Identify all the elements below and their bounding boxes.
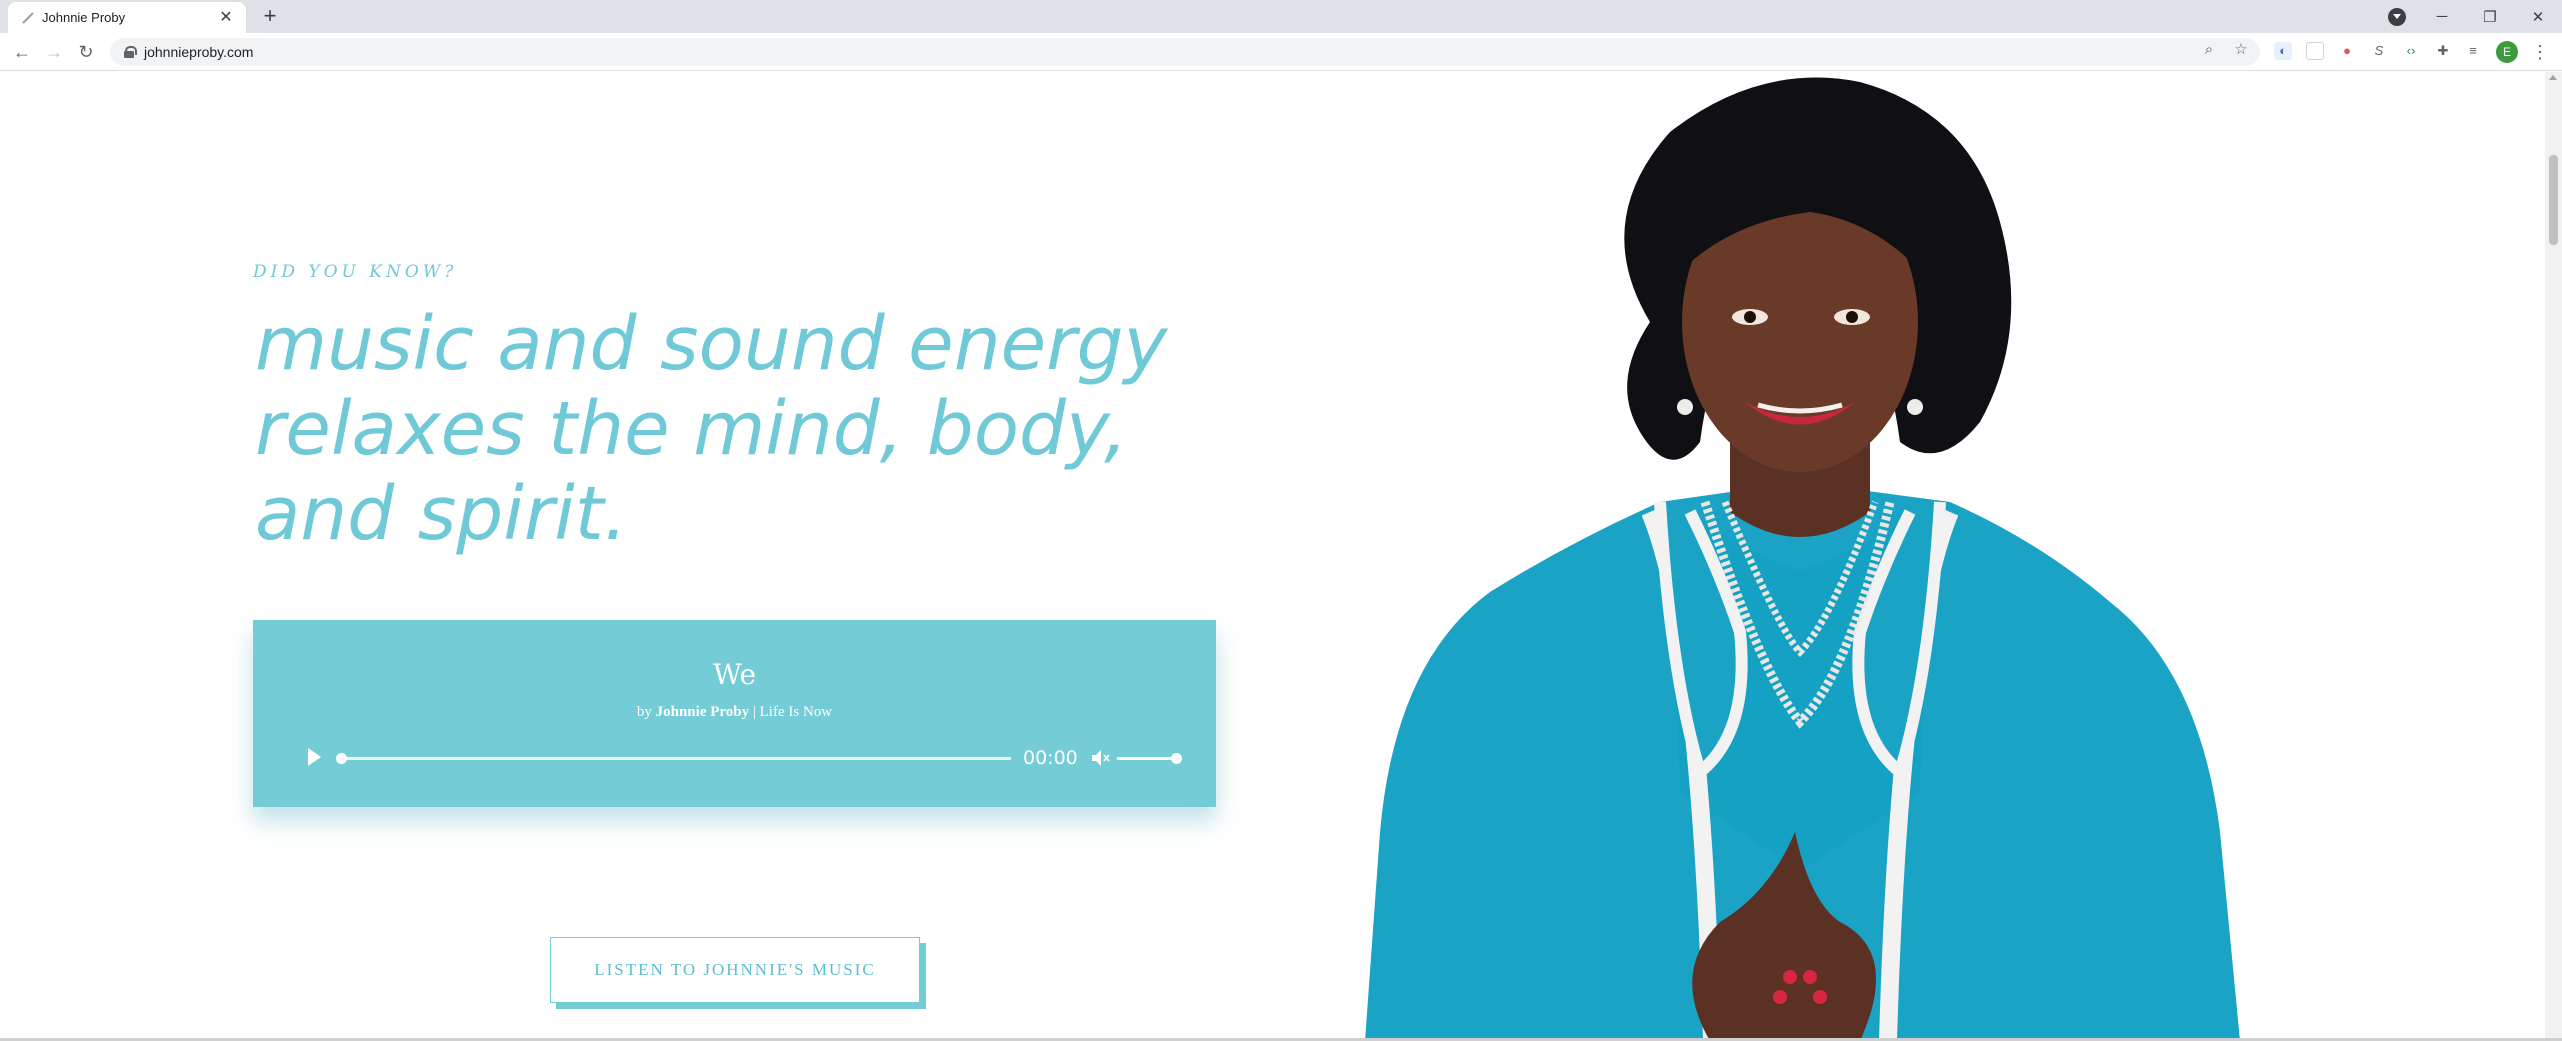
mute-icon[interactable] — [1091, 749, 1111, 767]
artist-portrait — [1365, 77, 2240, 1041]
browser-menu-icon[interactable]: ⋮ — [2530, 40, 2550, 64]
page-scrollbar[interactable] — [2545, 72, 2562, 1041]
bookmark-star-icon[interactable]: ☆ — [2232, 41, 2250, 59]
listen-music-button[interactable]: LISTEN TO JOHNNIE'S MUSIC — [550, 937, 920, 1003]
play-icon[interactable] — [308, 748, 321, 766]
tab-search-icon[interactable] — [2388, 8, 2406, 26]
browser-toolbar: ← → ↻ johnnieproby.com — [0, 33, 2562, 71]
back-arrow-icon[interactable]: ← — [8, 38, 36, 66]
progress-bar[interactable] — [341, 757, 1011, 760]
extension-1-icon[interactable]: ◐ — [2274, 42, 2292, 60]
browser-tab-strip: Johnnie Proby ✕ + ─ ❐ ✕ — [0, 0, 2562, 33]
url-text[interactable]: johnnieproby.com — [144, 44, 253, 60]
meta-separator: | — [752, 704, 756, 720]
browser-tab[interactable]: Johnnie Proby ✕ — [8, 2, 246, 33]
new-tab-button[interactable]: + — [258, 5, 282, 29]
current-time: 00:00 — [1023, 747, 1078, 769]
forward-arrow-icon[interactable]: → — [40, 38, 68, 66]
track-album: Life Is Now — [759, 704, 833, 720]
minimize-icon[interactable]: ─ — [2418, 0, 2466, 33]
track-artist: Johnnie Proby — [655, 704, 750, 720]
scroll-thumb[interactable] — [2549, 155, 2558, 245]
eyebrow-text: DID YOU KNOW? — [253, 262, 458, 282]
audio-player: We by Johnnie Proby | Life Is Now 00:00 — [253, 620, 1216, 807]
reading-list-icon[interactable]: ≡ — [2464, 42, 2482, 60]
address-bar[interactable]: johnnieproby.com — [110, 38, 2260, 66]
site-favicon-icon — [22, 12, 34, 24]
extensions-puzzle-icon[interactable]: ✚ — [2434, 42, 2452, 60]
extension-code-icon[interactable]: ‹› — [2402, 42, 2420, 60]
listen-music-cta: LISTEN TO JOHNNIE'S MUSIC — [550, 937, 926, 1009]
reload-icon[interactable]: ↻ — [72, 38, 100, 66]
extension-2-icon[interactable] — [2306, 42, 2324, 60]
close-window-icon[interactable]: ✕ — [2514, 0, 2562, 33]
track-meta: by Johnnie Proby | Life Is Now — [253, 704, 1216, 721]
lock-icon[interactable] — [124, 46, 137, 58]
scroll-up-icon[interactable] — [2549, 75, 2557, 80]
track-title: We — [712, 658, 757, 691]
zoom-icon[interactable]: ⌕ — [2200, 41, 2218, 59]
progress-handle[interactable] — [336, 753, 347, 764]
hero-headline: music and sound energy relaxes the mind,… — [255, 301, 1168, 557]
extension-color-icon[interactable]: ● — [2338, 42, 2356, 60]
tab-title: Johnnie Proby — [42, 10, 126, 25]
volume-slider[interactable] — [1117, 757, 1177, 760]
page-viewport: DID YOU KNOW? music and sound energy rel… — [0, 72, 2545, 1041]
tab-close-icon[interactable]: ✕ — [218, 9, 234, 26]
volume-handle[interactable] — [1171, 753, 1182, 764]
extension-s-icon[interactable]: S — [2370, 42, 2388, 60]
by-prefix: by — [636, 704, 652, 720]
restore-icon[interactable]: ❐ — [2466, 0, 2514, 33]
profile-avatar[interactable]: E — [2496, 41, 2518, 63]
